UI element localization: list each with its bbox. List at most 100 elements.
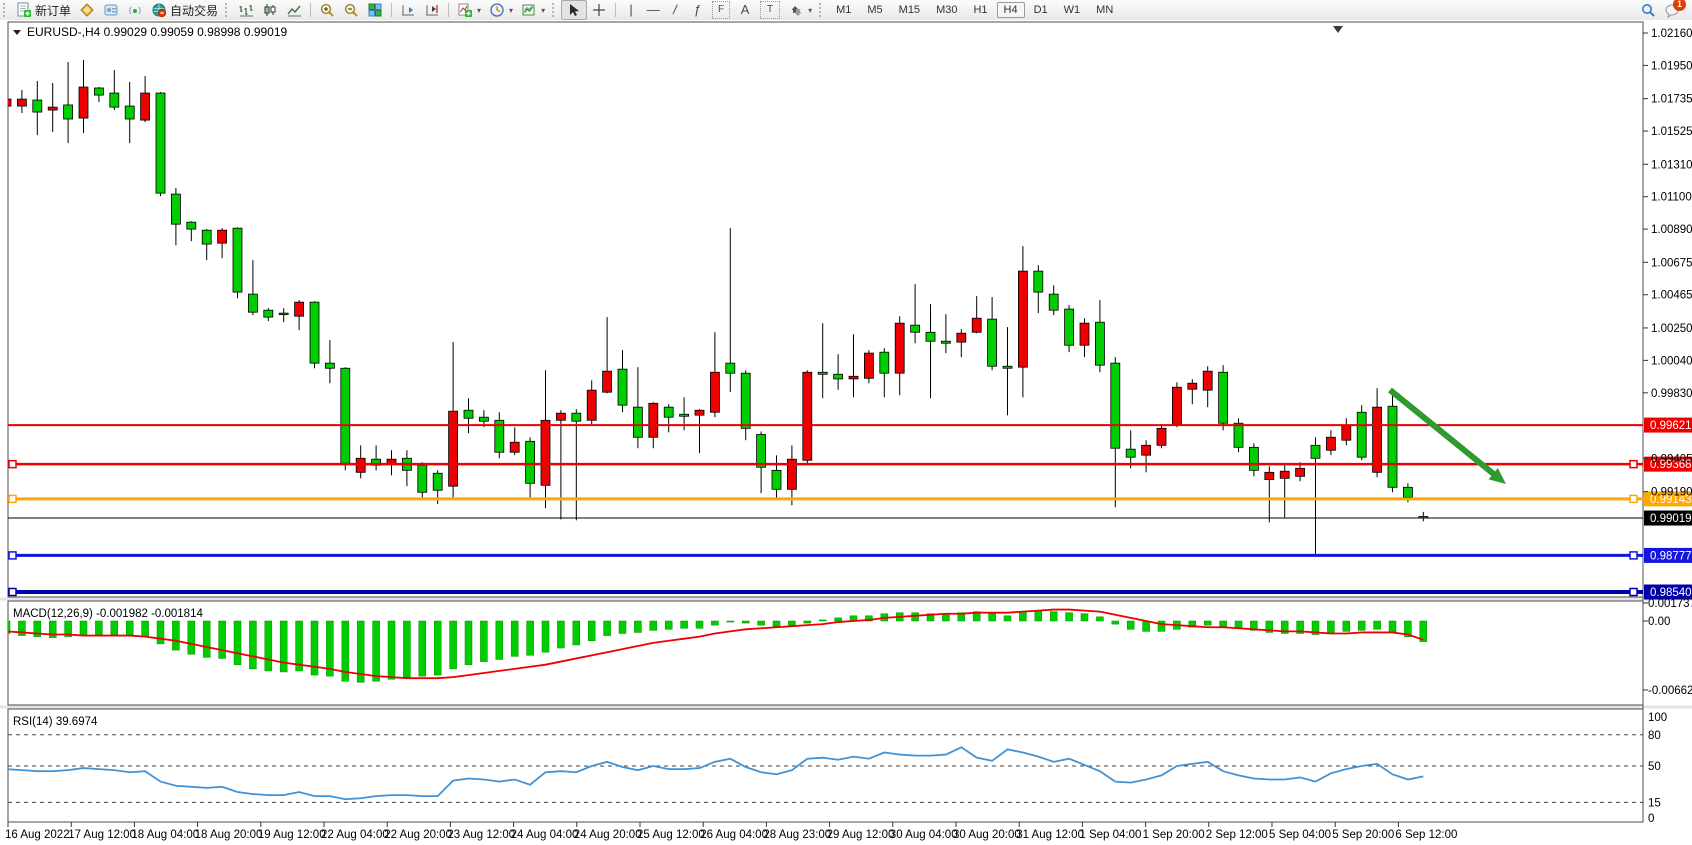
chat-bubble-icon: 1 [1664, 2, 1680, 18]
price-axis-tick-label: 1.02160 [1651, 28, 1692, 40]
candle-body [1126, 449, 1135, 457]
price-tag-label: 0.99621 [1650, 420, 1692, 432]
candle-body [141, 93, 150, 120]
auto-trading-button[interactable]: 自动交易 [147, 1, 222, 20]
macd-histogram-bar [1143, 621, 1150, 631]
timeframe-button-m30[interactable]: M30 [929, 2, 964, 18]
candle-body [433, 473, 442, 490]
candle-body [1157, 428, 1166, 445]
candle-body [1003, 366, 1012, 368]
candle-body [110, 93, 119, 107]
toolbar-grip[interactable] [225, 3, 231, 17]
timeframe-button-h1[interactable]: H1 [966, 2, 994, 18]
timeframe-button-m15[interactable]: M15 [892, 2, 927, 18]
chart-surface[interactable]: 0.996210.993680.991430.990190.987770.985… [0, 20, 1692, 845]
fibo-grid-tool-button[interactable]: F [708, 0, 734, 20]
candle-body [1142, 445, 1151, 455]
macd-histogram-bar [527, 621, 534, 655]
indicators-button[interactable]: ▾ [453, 1, 485, 19]
line-chart-mode-button[interactable] [282, 1, 306, 19]
macd-histogram-bar [126, 621, 133, 636]
macd-histogram-bar [1343, 621, 1350, 631]
toolbar-grip[interactable] [3, 3, 9, 17]
fibonacci-tool-button[interactable]: ƒ [686, 1, 708, 19]
periods-button[interactable]: ▾ [485, 1, 517, 19]
chart-window[interactable]: 0.996210.993680.991430.990190.987770.985… [0, 20, 1692, 845]
text-label-icon: T [760, 1, 780, 19]
zoom-out-button[interactable] [339, 1, 363, 19]
timeframe-button-h4[interactable]: H4 [997, 2, 1025, 18]
candlestick-mode-button[interactable] [258, 1, 282, 19]
signals-button[interactable] [123, 1, 147, 19]
macd-histogram-bar [1389, 621, 1396, 632]
candle-body [1357, 412, 1366, 457]
bar-chart-mode-button[interactable] [234, 1, 258, 19]
crosshair-tool-button[interactable] [587, 1, 611, 19]
price-axis-tick-label: 1.00675 [1651, 257, 1692, 269]
macd-histogram-bar [557, 621, 564, 648]
time-axis-label: 28 Aug 23:00 [763, 829, 831, 841]
macd-histogram-bar [111, 621, 118, 635]
candle-body [1065, 309, 1074, 345]
templates-button[interactable]: ▾ [517, 1, 549, 19]
macd-histogram-bar [203, 621, 210, 657]
price-axis-tick-label: 0.99190 [1651, 487, 1692, 499]
market-watch-button[interactable] [75, 1, 99, 19]
timeframe-button-w1[interactable]: W1 [1057, 2, 1088, 18]
macd-histogram-bar [95, 621, 102, 635]
vertical-line-tool-button[interactable]: | [620, 1, 642, 19]
toolbar-grip[interactable] [819, 3, 825, 17]
chart-shift-button[interactable] [420, 1, 444, 19]
trendline-tool-button[interactable]: / [664, 1, 686, 19]
candle-body [187, 222, 196, 229]
timeframe-button-m5[interactable]: M5 [860, 2, 889, 18]
data-window-button[interactable] [99, 1, 123, 19]
macd-histogram-bar [480, 621, 487, 662]
candle-body [818, 372, 827, 374]
notifications-button[interactable]: 1 [1660, 1, 1684, 19]
toolbar-grip[interactable] [552, 3, 558, 17]
candle-body [1219, 372, 1228, 423]
timeframe-button-mn[interactable]: MN [1089, 2, 1120, 18]
candle-body [310, 302, 319, 363]
macd-histogram-bar [1235, 621, 1242, 628]
candle-body [664, 407, 673, 417]
line-handle [1630, 589, 1637, 596]
macd-histogram-bar [727, 621, 734, 622]
timeframe-button-d1[interactable]: D1 [1027, 2, 1055, 18]
panel-separator[interactable] [0, 598, 1692, 601]
new-order-button[interactable]: 新订单 [12, 1, 75, 20]
text-label-tool-button[interactable]: T [756, 0, 784, 20]
line-handle [9, 495, 16, 502]
price-tag-label: 0.98777 [1650, 550, 1692, 562]
text-tool-button[interactable]: A [734, 1, 756, 19]
auto-scroll-button[interactable] [396, 1, 420, 19]
horizontal-line-tool-button[interactable]: — [642, 1, 664, 19]
search-button[interactable] [1636, 1, 1660, 19]
panel-separator[interactable] [0, 706, 1692, 709]
bar-chart-icon [238, 2, 254, 18]
macd-histogram-bar [1066, 613, 1073, 621]
macd-histogram-bar [835, 618, 842, 621]
candle-body [156, 93, 165, 193]
caret-down-icon: ▾ [477, 6, 481, 15]
candle-body [988, 319, 997, 366]
macd-histogram-bar [619, 621, 626, 633]
macd-axis-label: 0.00 [1648, 616, 1670, 628]
timeframe-button-m1[interactable]: M1 [829, 2, 858, 18]
macd-histogram-bar [573, 621, 580, 645]
cursor-tool-button[interactable] [561, 0, 587, 20]
candle-body [1034, 271, 1043, 292]
candle-body [1280, 471, 1289, 478]
rsi-axis-label: 15 [1648, 797, 1661, 809]
arrows-tool-button[interactable]: ▾ [784, 1, 816, 19]
macd-histogram-bar [1358, 621, 1365, 630]
templates-icon [521, 2, 537, 18]
macd-axis-label: 0.001737 [1648, 598, 1692, 610]
zoom-in-icon [319, 2, 335, 18]
candle-body [125, 106, 134, 119]
new-order-label: 新订单 [35, 2, 71, 19]
zoom-in-button[interactable] [315, 1, 339, 19]
tile-windows-button[interactable] [363, 1, 387, 19]
time-axis-label: 26 Aug 04:00 [700, 829, 768, 841]
